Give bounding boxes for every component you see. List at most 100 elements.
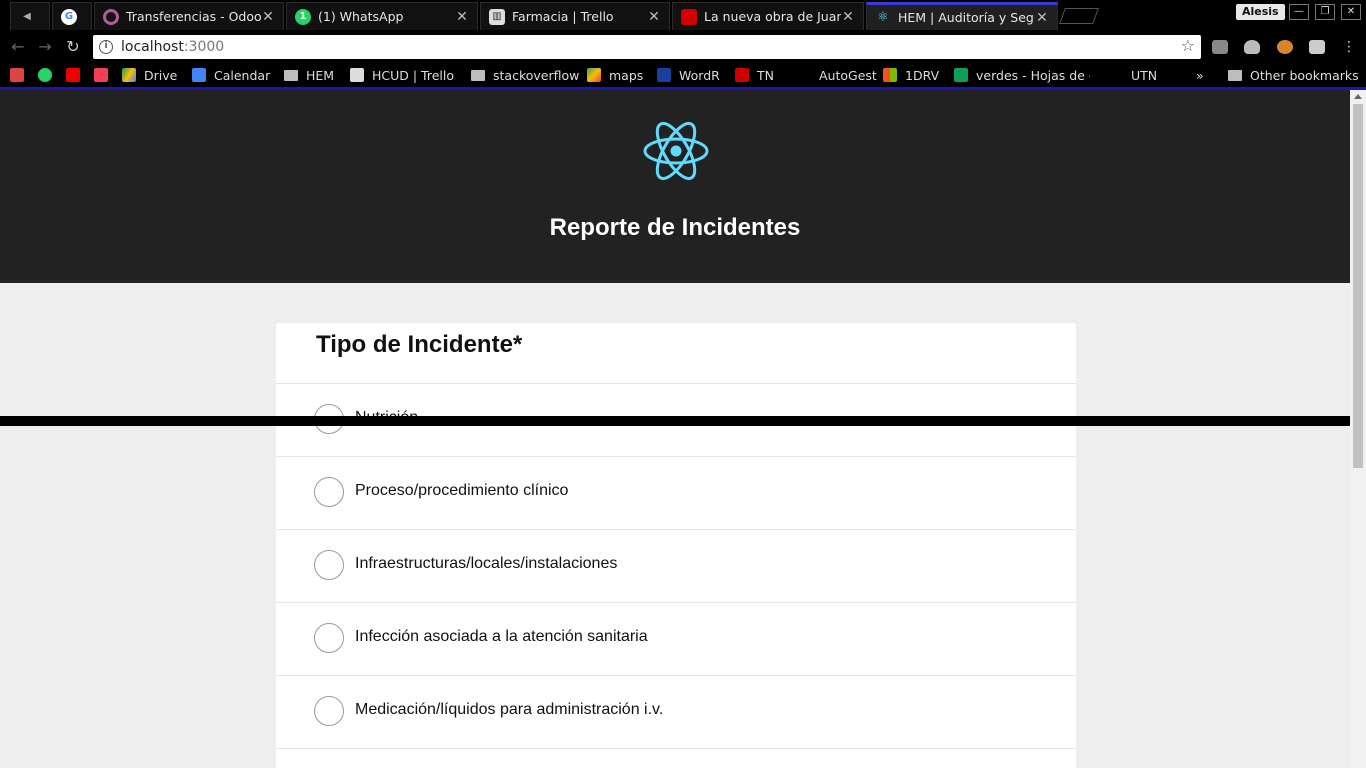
- bookmark-star-icon[interactable]: ☆: [1181, 36, 1195, 55]
- bookmark-verdes[interactable]: verdes - Hojas de c: [954, 67, 1090, 83]
- forward-icon[interactable]: →: [35, 38, 55, 56]
- page-scrollbar[interactable]: [1350, 90, 1366, 768]
- youtube-bookmark[interactable]: [66, 67, 88, 83]
- bookmark-label: TN: [757, 67, 774, 83]
- speaker-icon: ◀: [23, 11, 31, 22]
- tab-whatsapp[interactable]: 1 (1) WhatsApp ✕: [286, 2, 478, 30]
- close-icon[interactable]: ✕: [647, 9, 661, 25]
- radio-button[interactable]: [314, 623, 344, 653]
- tab-google[interactable]: G: [52, 2, 92, 30]
- calendar-icon: [192, 68, 206, 82]
- news-icon: [681, 8, 697, 25]
- wordreference-icon: [657, 68, 671, 82]
- bookmark-tn[interactable]: TN: [735, 67, 774, 83]
- bookmark-drive[interactable]: Drive: [122, 67, 177, 83]
- minimize-icon[interactable]: —: [1289, 4, 1309, 20]
- bookmark-hcud-trello[interactable]: HCUD | Trello: [350, 67, 454, 83]
- sheets-icon: [954, 68, 968, 82]
- tab-title: Transferencias - Odoo: [126, 9, 261, 24]
- tab-title: HEM | Auditoría y Segu: [898, 10, 1035, 25]
- option-label: Infraestructuras/locales/instalaciones: [355, 555, 618, 572]
- tab-hem[interactable]: ⚛ HEM | Auditoría y Segu ✕: [866, 2, 1058, 30]
- tab-trello[interactable]: ▥ Farmacia | Trello ✕: [480, 2, 670, 30]
- gmail-bookmark[interactable]: [10, 67, 32, 83]
- bookmark-wordr[interactable]: WordR: [657, 67, 720, 83]
- bookmark-label: AutoGest: [819, 67, 877, 83]
- option-label: Proceso/procedimiento clínico: [355, 482, 569, 499]
- microsoft-icon: [883, 68, 897, 82]
- radio-button[interactable]: [314, 477, 344, 507]
- maps-icon: [587, 68, 601, 82]
- react-logo-icon: [643, 121, 709, 181]
- scrollbar-thumb[interactable]: [1353, 104, 1363, 468]
- other-bookmarks[interactable]: Other bookmarks: [1228, 67, 1359, 83]
- gmail-extension-icon[interactable]: [1212, 40, 1228, 54]
- option-label: Medicación/líquidos para administración …: [355, 701, 664, 718]
- option-medicacion[interactable]: Medicación/líquidos para administración …: [276, 676, 1076, 749]
- address-bar[interactable]: i localhost:3000 ☆: [93, 35, 1201, 59]
- bookmark-label: verdes - Hojas de c: [976, 67, 1090, 83]
- bookmark-label: HEM: [306, 67, 335, 83]
- bookmark-label: WordR: [679, 67, 720, 83]
- profile-button[interactable]: Alesis: [1236, 4, 1285, 20]
- url-port: :3000: [183, 39, 225, 55]
- tab-news[interactable]: La nueva obra de Juan Ju ✕: [672, 2, 864, 30]
- more-bookmarks-button[interactable]: »: [1196, 67, 1204, 83]
- bookmark-label: Drive: [144, 67, 178, 83]
- bookmark-label: Calendar: [214, 67, 271, 83]
- pocket-icon: [94, 68, 108, 82]
- close-icon[interactable]: ✕: [455, 9, 469, 25]
- option-infeccion[interactable]: Infección asociada a la atención sanitar…: [276, 603, 1076, 676]
- drive-icon: [122, 68, 136, 82]
- option-label: Infección asociada a la atención sanitar…: [355, 628, 648, 645]
- bookmark-maps[interactable]: maps: [587, 67, 643, 83]
- restore-icon[interactable]: ❐: [1315, 4, 1335, 20]
- bookmark-utn[interactable]: UTN: [1131, 67, 1157, 83]
- new-tab-button[interactable]: [1059, 8, 1099, 24]
- back-icon[interactable]: ←: [8, 38, 28, 56]
- bookmark-label: 1DRV: [905, 67, 940, 83]
- page-content: Reporte de Incidentes Tipo de Incidente*…: [0, 90, 1350, 768]
- bookmark-autogest[interactable]: AutoGest: [819, 67, 877, 83]
- react-icon: ⚛: [877, 10, 889, 25]
- whatsapp-bookmark[interactable]: [38, 67, 60, 83]
- gmail-icon: [10, 68, 24, 82]
- bookmark-1drv[interactable]: 1DRV: [883, 67, 939, 83]
- bookmark-label: Other bookmarks: [1250, 67, 1359, 83]
- option-proceso-clinico[interactable]: Proceso/procedimiento clínico: [276, 457, 1076, 530]
- menu-icon[interactable]: ⋮: [1339, 38, 1359, 56]
- option-infraestructuras[interactable]: Infraestructuras/locales/instalaciones: [276, 530, 1076, 603]
- url-host: localhost: [121, 39, 184, 55]
- reload-icon[interactable]: ↻: [63, 38, 83, 56]
- close-window-icon[interactable]: ✕: [1341, 4, 1361, 20]
- whatsapp-icon: 1: [295, 8, 311, 25]
- close-icon[interactable]: ✕: [261, 9, 275, 25]
- close-icon[interactable]: ✕: [1035, 10, 1049, 26]
- radio-button[interactable]: [314, 696, 344, 726]
- app-header: Reporte de Incidentes: [0, 90, 1350, 283]
- tab-title: Farmacia | Trello: [512, 9, 614, 24]
- pocket-bookmark[interactable]: [94, 67, 116, 83]
- incident-type-card: Tipo de Incidente* Nutrición Proceso/pro…: [276, 323, 1076, 768]
- page-title: Reporte de Incidentes: [549, 214, 801, 241]
- tab-audio[interactable]: ◀: [10, 2, 50, 30]
- bookmark-label: maps: [609, 67, 644, 83]
- tab-title: (1) WhatsApp: [318, 9, 404, 24]
- info-icon[interactable]: i: [99, 40, 113, 54]
- cookie-extension-icon[interactable]: [1277, 40, 1293, 54]
- folder-icon: [1228, 69, 1242, 81]
- tab-title: La nueva obra de Juan Ju: [704, 9, 841, 24]
- pocket-extension-icon[interactable]: [1244, 40, 1260, 54]
- scroll-up-icon[interactable]: [1354, 94, 1362, 99]
- tab-odoo[interactable]: Transferencias - Odoo ✕: [94, 2, 284, 30]
- trello-icon: ▥: [489, 8, 505, 25]
- bookmark-calendar[interactable]: Calendar: [192, 67, 270, 83]
- bookmark-stackoverflow[interactable]: stackoverflow: [471, 67, 579, 83]
- close-icon[interactable]: ✕: [841, 9, 855, 25]
- bookmark-hem[interactable]: HEM: [284, 67, 334, 83]
- tn-icon: [735, 68, 749, 82]
- bookmarks-bar: Drive Calendar HEM HCUD | Trello stackov…: [0, 62, 1366, 88]
- radio-button[interactable]: [314, 550, 344, 580]
- cast-extension-icon[interactable]: [1309, 40, 1325, 54]
- folder-icon: [471, 69, 485, 81]
